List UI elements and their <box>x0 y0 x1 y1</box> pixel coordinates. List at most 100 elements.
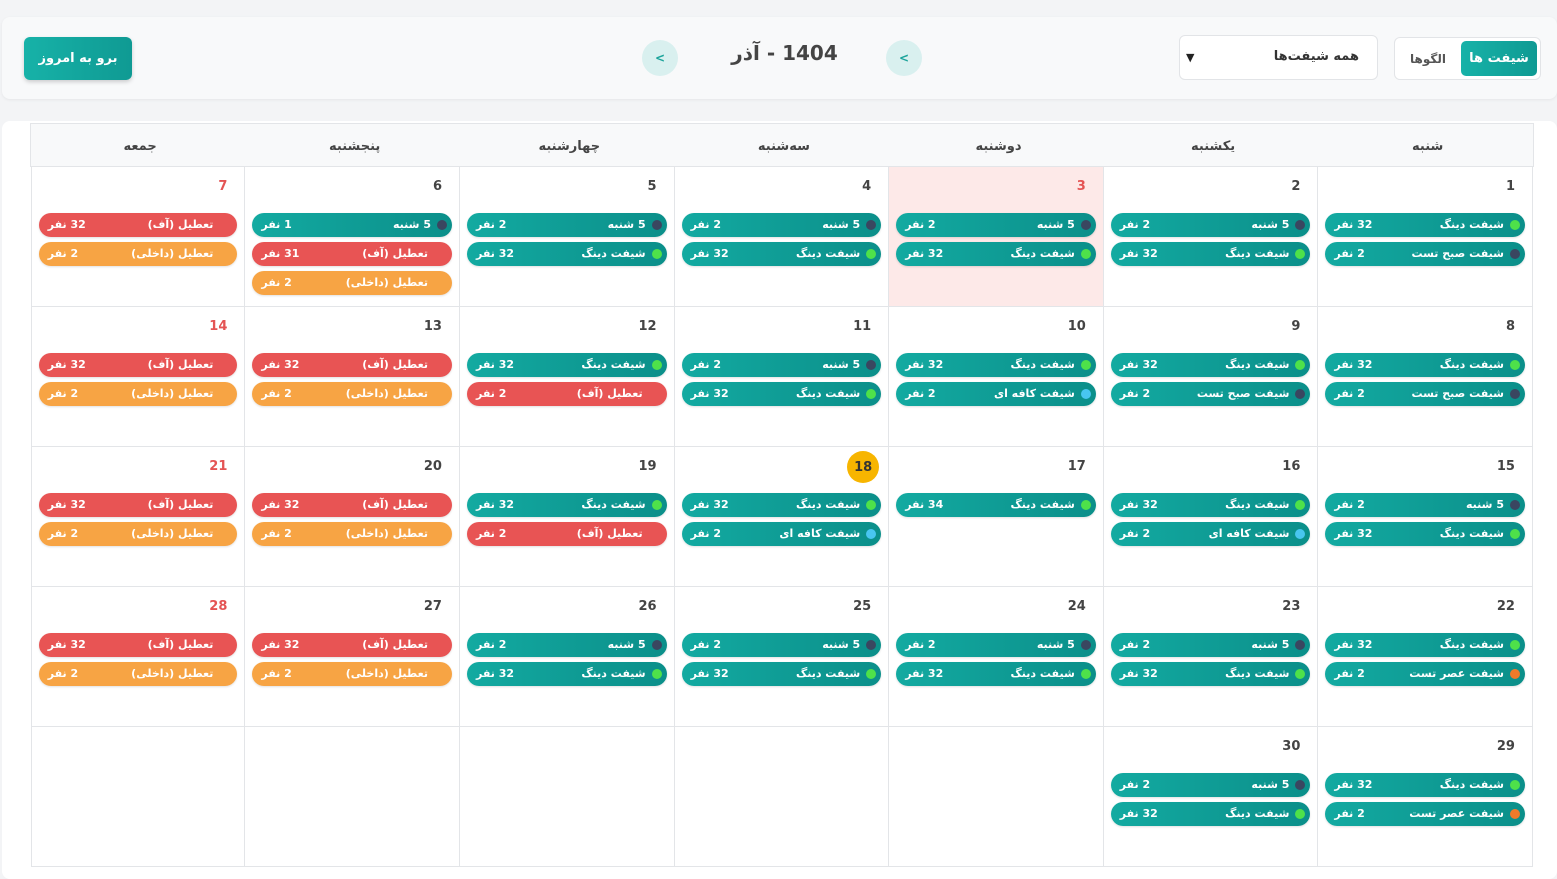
shift-event[interactable]: تعطیل (آف) 2 نفر <box>467 522 667 546</box>
shift-event[interactable]: 5 شنبه 2 نفر <box>1110 213 1311 237</box>
day-cell[interactable]: 29 شیفت دینگ 32 نفر شیفت عصر تست 2 نفر <box>1318 727 1533 867</box>
day-cell[interactable]: 28 تعطیل (آف) 32 نفر تعطیل (داخلی) 2 نفر <box>30 587 246 727</box>
day-cell[interactable]: 21 تعطیل (آف) 32 نفر تعطیل (داخلی) 2 نفر <box>30 447 246 587</box>
day-cell[interactable] <box>460 727 675 867</box>
shift-event[interactable]: تعطیل (آف) 32 نفر <box>38 213 238 237</box>
shift-event[interactable]: شیفت دینگ 32 نفر <box>1110 242 1311 266</box>
shift-event[interactable]: تعطیل (آف) 32 نفر <box>252 353 452 377</box>
day-cell[interactable]: 17 شیفت دینگ 34 نفر <box>889 447 1104 587</box>
shift-event[interactable]: شیفت دینگ 32 نفر <box>1325 353 1525 377</box>
shift-event[interactable]: تعطیل (آف) 31 نفر <box>252 242 452 266</box>
day-cell[interactable]: 26 5 شنبه 2 نفر شیفت دینگ 32 نفر <box>460 587 675 727</box>
shift-event[interactable]: تعطیل (آف) 32 نفر <box>38 493 238 517</box>
next-month-button[interactable]: < <box>642 40 678 76</box>
shift-event[interactable]: 5 شنبه 2 نفر <box>681 633 882 657</box>
shift-event[interactable]: 5 شنبه 2 نفر <box>896 213 1096 237</box>
shift-event[interactable]: تعطیل (داخلی) 2 نفر <box>38 382 238 406</box>
day-cell[interactable]: 12 شیفت دینگ 32 نفر تعطیل (آف) 2 نفر <box>460 307 675 447</box>
day-cell[interactable]: 15 5 شنبه 2 نفر شیفت دینگ 32 نفر <box>1318 447 1533 587</box>
shift-event[interactable]: تعطیل (آف) 2 نفر <box>467 382 667 406</box>
shift-event[interactable]: 5 شنبه 2 نفر <box>681 213 882 237</box>
shift-event[interactable]: شیفت دینگ 32 نفر <box>1110 493 1311 517</box>
day-cell[interactable] <box>30 727 246 867</box>
shift-event[interactable]: شیفت عصر تست 2 نفر <box>1325 802 1525 826</box>
shift-event[interactable]: شیفت دینگ 32 نفر <box>1110 662 1311 686</box>
shift-event[interactable]: تعطیل (آف) 32 نفر <box>38 633 238 657</box>
day-cell[interactable]: 10 شیفت دینگ 32 نفر شیفت کافه ای 2 نفر <box>889 307 1104 447</box>
day-cell[interactable]: 30 5 شنبه 2 نفر شیفت دینگ 32 نفر <box>1103 727 1319 867</box>
day-cell[interactable]: 19 شیفت دینگ 32 نفر تعطیل (آف) 2 نفر <box>460 447 675 587</box>
shift-event[interactable]: شیفت دینگ 32 نفر <box>681 493 882 517</box>
shift-event[interactable]: شیفت دینگ 32 نفر <box>467 353 667 377</box>
shift-event[interactable]: شیفت کافه ای 2 نفر <box>896 382 1096 406</box>
day-cell[interactable]: 11 5 شنبه 2 نفر شیفت دینگ 32 نفر <box>674 307 890 447</box>
shift-event[interactable]: تعطیل (داخلی) 2 نفر <box>38 242 238 266</box>
shift-event[interactable]: شیفت دینگ 32 نفر <box>681 382 882 406</box>
day-cell[interactable]: 14 تعطیل (آف) 32 نفر تعطیل (داخلی) 2 نفر <box>30 307 246 447</box>
shift-event[interactable]: تعطیل (داخلی) 2 نفر <box>252 382 452 406</box>
shift-event[interactable]: شیفت دینگ 32 نفر <box>896 242 1096 266</box>
shift-event[interactable]: شیفت دینگ 32 نفر <box>1325 773 1525 797</box>
shift-event[interactable]: شیفت دینگ 32 نفر <box>896 353 1096 377</box>
shift-event[interactable]: شیفت دینگ 32 نفر <box>1325 522 1525 546</box>
shift-event[interactable]: شیفت صبح تست 2 نفر <box>1325 242 1525 266</box>
shift-event[interactable]: 5 شنبه 2 نفر <box>681 353 882 377</box>
shift-event[interactable]: شیفت دینگ 32 نفر <box>1325 213 1525 237</box>
shift-event[interactable]: شیفت دینگ 32 نفر <box>1325 633 1525 657</box>
shift-event[interactable]: 5 شنبه 1 نفر <box>252 213 452 237</box>
day-cell[interactable]: 23 5 شنبه 2 نفر شیفت دینگ 32 نفر <box>1103 587 1319 727</box>
view-shifts-tab[interactable]: شیفت ها <box>1461 41 1537 76</box>
shift-event[interactable]: شیفت دینگ 32 نفر <box>681 662 882 686</box>
day-cell[interactable] <box>889 727 1104 867</box>
day-cell[interactable]: 3 5 شنبه 2 نفر شیفت دینگ 32 نفر <box>889 167 1104 307</box>
day-cell[interactable]: 25 5 شنبه 2 نفر شیفت دینگ 32 نفر <box>674 587 890 727</box>
day-cell[interactable]: 7 تعطیل (آف) 32 نفر تعطیل (داخلی) 2 نفر <box>30 167 246 307</box>
shift-event[interactable]: شیفت دینگ 34 نفر <box>896 493 1096 517</box>
shift-event[interactable]: تعطیل (داخلی) 2 نفر <box>252 271 452 295</box>
shift-event[interactable]: 5 شنبه 2 نفر <box>1110 633 1311 657</box>
prev-month-button[interactable]: < <box>886 40 922 76</box>
day-cell[interactable]: 18 شیفت دینگ 32 نفر شیفت کافه ای 2 نفر <box>674 447 890 587</box>
shift-event[interactable]: شیفت صبح تست 2 نفر <box>1110 382 1311 406</box>
shift-event[interactable]: 5 شنبه 2 نفر <box>896 633 1096 657</box>
shift-event[interactable]: شیفت دینگ 32 نفر <box>681 242 882 266</box>
shift-event[interactable]: شیفت دینگ 32 نفر <box>1110 802 1311 826</box>
day-cell[interactable] <box>245 727 460 867</box>
shift-event[interactable]: تعطیل (آف) 32 نفر <box>252 633 452 657</box>
shift-event[interactable]: 5 شنبه 2 نفر <box>467 213 667 237</box>
shift-event[interactable]: تعطیل (آف) 32 نفر <box>38 353 238 377</box>
day-cell[interactable]: 20 تعطیل (آف) 32 نفر تعطیل (داخلی) 2 نفر <box>245 447 460 587</box>
shift-event[interactable]: شیفت دینگ 32 نفر <box>467 662 667 686</box>
shift-event[interactable]: شیفت عصر تست 2 نفر <box>1325 662 1525 686</box>
shift-event[interactable]: شیفت کافه ای 2 نفر <box>681 522 882 546</box>
go-to-today-button[interactable]: برو به امروز <box>24 37 132 80</box>
shift-event[interactable]: 5 شنبه 2 نفر <box>1110 773 1311 797</box>
day-cell[interactable]: 9 شیفت دینگ 32 نفر شیفت صبح تست 2 نفر <box>1103 307 1319 447</box>
shift-event[interactable]: تعطیل (داخلی) 2 نفر <box>38 522 238 546</box>
day-cell[interactable]: 22 شیفت دینگ 32 نفر شیفت عصر تست 2 نفر <box>1318 587 1533 727</box>
shift-event[interactable]: تعطیل (داخلی) 2 نفر <box>38 662 238 686</box>
shift-event[interactable]: شیفت کافه ای 2 نفر <box>1110 522 1311 546</box>
shift-event[interactable]: تعطیل (آف) 32 نفر <box>252 493 452 517</box>
day-cell[interactable]: 5 5 شنبه 2 نفر شیفت دینگ 32 نفر <box>460 167 675 307</box>
shift-event[interactable]: تعطیل (داخلی) 2 نفر <box>252 662 452 686</box>
shift-filter-select[interactable]: همه شیفت‌ها ▼ <box>1179 35 1378 80</box>
day-cell[interactable]: 4 5 شنبه 2 نفر شیفت دینگ 32 نفر <box>674 167 890 307</box>
view-patterns-tab[interactable]: الگوها <box>1397 41 1459 76</box>
day-cell[interactable]: 8 شیفت دینگ 32 نفر شیفت صبح تست 2 نفر <box>1318 307 1533 447</box>
day-cell[interactable]: 27 تعطیل (آف) 32 نفر تعطیل (داخلی) 2 نفر <box>245 587 460 727</box>
day-cell[interactable]: 16 شیفت دینگ 32 نفر شیفت کافه ای 2 نفر <box>1103 447 1319 587</box>
day-cell[interactable]: 1 شیفت دینگ 32 نفر شیفت صبح تست 2 نفر <box>1318 167 1533 307</box>
shift-event[interactable]: شیفت دینگ 32 نفر <box>467 493 667 517</box>
day-cell[interactable]: 24 5 شنبه 2 نفر شیفت دینگ 32 نفر <box>889 587 1104 727</box>
shift-event[interactable]: شیفت دینگ 32 نفر <box>1110 353 1311 377</box>
day-cell[interactable]: 2 5 شنبه 2 نفر شیفت دینگ 32 نفر <box>1103 167 1319 307</box>
day-cell[interactable]: 6 5 شنبه 1 نفر تعطیل (آف) 31 نفر تعطیل (داخلی… <box>245 167 460 307</box>
day-cell[interactable] <box>674 727 890 867</box>
shift-event[interactable]: 5 شنبه 2 نفر <box>467 633 667 657</box>
shift-event[interactable]: 5 شنبه 2 نفر <box>1325 493 1525 517</box>
shift-event[interactable]: شیفت صبح تست 2 نفر <box>1325 382 1525 406</box>
shift-event[interactable]: شیفت دینگ 32 نفر <box>896 662 1096 686</box>
day-cell[interactable]: 13 تعطیل (آف) 32 نفر تعطیل (داخلی) 2 نفر <box>245 307 460 447</box>
shift-event[interactable]: تعطیل (داخلی) 2 نفر <box>252 522 452 546</box>
